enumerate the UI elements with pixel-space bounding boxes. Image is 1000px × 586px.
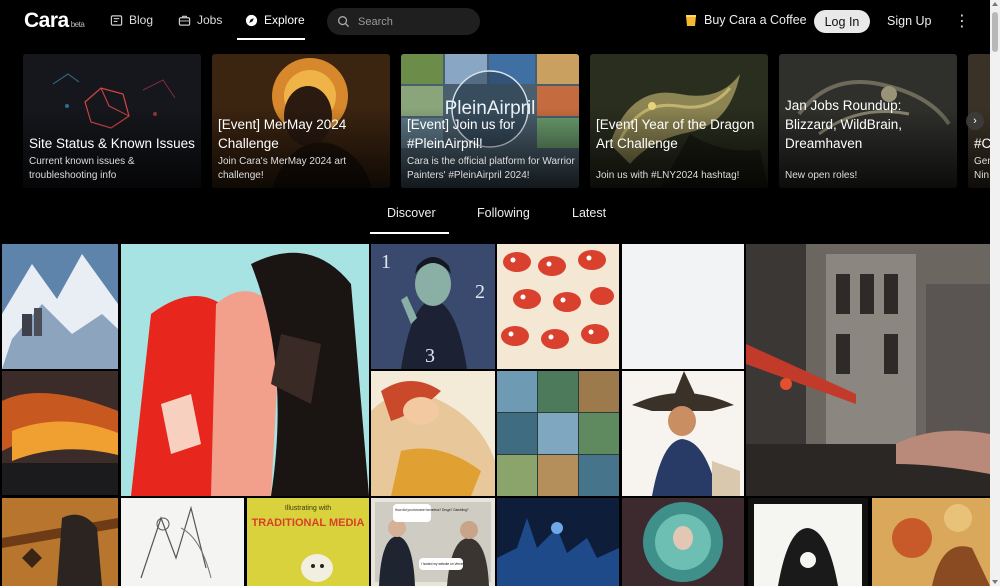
sunset-sky-image [2,371,118,495]
card-desc: Join Cara's MerMay 2024 art challenge! [218,156,347,181]
nav-blog-label[interactable]: Blog [129,13,153,27]
logo-text[interactable]: Cara [24,9,69,32]
blank-white-image [622,244,744,369]
number-label-3: 3 [425,345,435,367]
beta-badge: beta [70,20,85,29]
sleeping-girl-image [371,371,495,496]
artwork-tile[interactable] [748,498,868,586]
scroll-down-arrow-icon[interactable] [992,580,998,584]
vampire-character-image: 1 2 3 [371,244,495,369]
landscape-grid-image [497,371,619,496]
carousel-card[interactable]: [Event] MerMay 2024 Challenge Join Cara'… [212,54,390,188]
card-desc: Gen Nin [974,156,990,181]
traditional-media-text: TRADITIONAL MEDIA [252,517,365,529]
snowy-castle-image [2,244,118,369]
comic-strip-image: How did you become homeless? Drugs? Gamb… [371,498,495,586]
artwork-tile[interactable] [2,498,118,586]
tab-following[interactable]: Following [477,206,530,220]
traditional-media-cover-image: Illustrating with TRADITIONAL MEDIA [247,498,369,586]
card-title[interactable]: [Event] Year of the Dragon Art Challenge [596,115,764,153]
card-desc: Cara is the official platform for Warrio… [407,156,575,181]
card-title[interactable]: [Event] Join us for #PleinAirpril! [407,115,575,153]
cara-logo[interactable]: Cara beta [24,9,85,33]
number-label-1: 1 [381,251,391,273]
teal-portrait-image [622,498,744,586]
steampunk-city-image [746,244,990,496]
buy-coffee-label[interactable]: Buy Cara a Coffee [704,13,807,27]
more-options-icon[interactable]: ⋮ [954,11,970,31]
feed-tabs: Discover Following Latest [0,196,990,236]
carousel-card[interactable]: [Event] Year of the Dragon Art Challenge… [590,54,768,188]
search-box[interactable] [327,8,480,35]
tab-active-indicator [370,232,449,234]
carousel-card[interactable]: Jan Jobs Roundup: Blizzard, WildBrain, D… [779,54,957,188]
nav-active-indicator [237,38,305,40]
blog-icon [110,14,123,26]
artwork-tile[interactable]: 1 2 3 [371,244,495,369]
number-label-2: 2 [475,281,485,303]
card-title[interactable]: #C [974,134,990,153]
nav-explore-label[interactable]: Explore [264,13,305,27]
carousel-card[interactable]: PleinAirpril [Event] Join us for #PleinA… [401,54,579,188]
artwork-tile[interactable] [622,244,744,369]
nav-blog[interactable]: Blog [110,13,153,27]
traditional-media-small-text: Illustrating with [285,505,331,512]
buy-coffee-link[interactable]: Buy Cara a Coffee [685,13,807,27]
artwork-tile[interactable] [371,371,495,496]
artwork-tile[interactable] [497,371,619,496]
card-desc: Current known issues & troubleshooting i… [29,156,135,181]
search-icon [338,16,350,28]
card-title[interactable]: Jan Jobs Roundup: Blizzard, WildBrain, D… [785,96,953,153]
card-desc: Join us with #LNY2024 hashtag! [596,170,740,181]
artwork-tile[interactable]: Illustrating with TRADITIONAL MEDIA [247,498,369,586]
nav-explore[interactable]: Explore [245,13,305,27]
artwork-tile[interactable] [2,371,118,495]
tab-discover[interactable]: Discover [387,206,436,220]
compass-icon [245,14,258,26]
artwork-tile[interactable] [121,498,244,586]
card-desc: New open roles! [785,170,858,181]
blue-fantasy-city-image [497,498,619,586]
signup-button[interactable]: Sign Up [887,14,931,28]
artwork-tile[interactable] [622,371,744,496]
artwork-tile[interactable] [872,498,990,586]
featured-carousel: Site Status & Known Issues Current known… [0,54,990,188]
top-navbar: Carabeta Blog Jobs Explore Buy Cara a Co… [0,0,990,42]
witch-girl-image [622,371,744,496]
nav-jobs[interactable]: Jobs [178,13,222,27]
artwork-tile[interactable] [2,244,118,369]
ink-illustration-image [748,498,868,586]
comic-bubble-2: I hosted my website on Vercel [421,562,464,566]
artwork-tile[interactable]: How did you become homeless? Drugs? Gamb… [371,498,495,586]
artwork-tile[interactable] [622,498,744,586]
card-title[interactable]: Site Status & Known Issues [29,134,197,153]
abstract-portrait-image [121,244,369,496]
scroll-up-arrow-icon[interactable] [992,2,998,6]
card-title[interactable]: [Event] MerMay 2024 Challenge [218,115,386,153]
artwork-tile[interactable] [497,244,619,369]
sketch-drawing-image [121,498,244,586]
artwork-tile[interactable] [746,244,990,496]
coffee-cup-icon [686,14,696,26]
artwork-gallery: Illustrating with TRADITIONAL MEDIA 1 2 … [0,243,990,586]
page-scrollbar[interactable] [990,0,1000,586]
login-button[interactable]: Log In [814,10,870,33]
mushroom-stickers-image [497,244,619,369]
tab-latest[interactable]: Latest [572,206,606,220]
warrior-portrait-image [2,498,118,586]
artwork-tile[interactable] [497,498,619,586]
artwork-tile[interactable] [121,244,369,496]
carousel-card[interactable]: Site Status & Known Issues Current known… [23,54,201,188]
comic-bubble-1: How did you become homeless? Drugs? Gamb… [395,508,469,512]
nav-jobs-label[interactable]: Jobs [197,13,222,27]
briefcase-icon [178,15,191,26]
scroll-thumb[interactable] [992,12,998,52]
golden-foliage-image [872,498,990,586]
carousel-next-icon[interactable]: › [966,112,984,130]
search-input[interactable] [358,15,468,28]
